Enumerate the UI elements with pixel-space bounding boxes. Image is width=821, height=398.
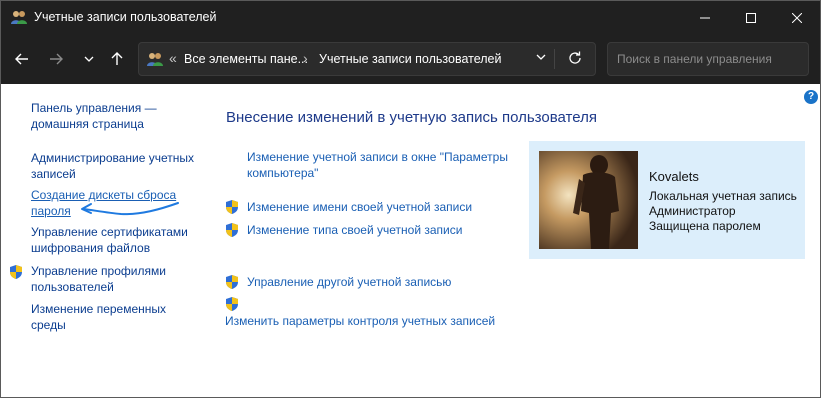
sidebar-item-label: домашняя страница (31, 117, 144, 131)
sidebar-item-label: записей (31, 167, 76, 181)
arrow-up-icon (111, 52, 123, 65)
link-label: Изменение учетной записи в окне "Парамет… (247, 150, 508, 164)
account-name: Kovalets (649, 169, 699, 184)
sidebar-item-label: среды (31, 318, 66, 332)
uac-shield-icon (226, 200, 238, 214)
uac-shield-icon (226, 275, 238, 289)
rename-account-link[interactable]: Изменение имени своей учетной записи (247, 199, 472, 215)
navigation-bar: « Все элементы пане... › Учетные записи … (1, 34, 820, 84)
search-input[interactable]: Поиск в панели управления (607, 42, 809, 76)
close-button[interactable] (774, 1, 820, 34)
uac-shield-icon (226, 297, 238, 311)
sidebar-item-label: Администрирование учетных (31, 151, 195, 165)
uac-shield-icon (10, 265, 22, 279)
account-type: Локальная учетная запись (649, 189, 797, 203)
window: Учетные записи пользователей « Все элеме… (0, 0, 821, 398)
manage-other-account-link[interactable]: Управление другой учетной записью (247, 274, 451, 290)
breadcrumb-separator[interactable]: › (303, 50, 308, 66)
account-role: Администратор (649, 204, 736, 218)
sidebar-item-label: шифрования файлов (31, 241, 151, 255)
sidebar-item-encryption-certs[interactable]: Управление сертификатами шифрования файл… (31, 224, 188, 256)
window-title: Учетные записи пользователей (34, 10, 217, 24)
change-account-type-link[interactable]: Изменение типа своей учетной записи (247, 222, 462, 238)
sidebar-item-user-profiles[interactable]: Управление профилями пользователей (31, 263, 166, 295)
uac-shield-icon (226, 223, 238, 237)
close-icon (792, 12, 802, 23)
breadcrumb-overflow[interactable]: « (169, 50, 177, 66)
avatar (539, 151, 638, 249)
help-icon[interactable]: ? (804, 90, 818, 104)
breadcrumb-all-items[interactable]: Все элементы пане... (184, 52, 308, 66)
maximize-icon (746, 12, 756, 23)
uac-settings-link[interactable]: Изменить параметры контроля учетных запи… (225, 313, 495, 329)
minimize-button[interactable] (682, 1, 728, 34)
sidebar-item-account-admin[interactable]: Администрирование учетных записей (31, 150, 194, 182)
back-button[interactable] (9, 46, 35, 72)
annotation-arrow (81, 202, 179, 216)
arrow-right-icon (50, 53, 63, 65)
search-placeholder: Поиск в панели управления (617, 52, 772, 66)
users-icon (11, 11, 27, 24)
refresh-icon[interactable] (567, 50, 583, 66)
sidebar-item-label: пользователей (31, 280, 114, 294)
link-label: компьютера" (247, 166, 319, 180)
minimize-icon (700, 17, 710, 18)
sidebar-item-label: Управление сертификатами (31, 225, 188, 239)
divider (554, 49, 555, 69)
recent-locations-button[interactable] (76, 46, 102, 72)
chevron-down-icon (84, 56, 94, 62)
up-button[interactable] (104, 46, 130, 72)
control-panel-icon (147, 53, 163, 66)
arrow-left-icon (15, 53, 28, 65)
sidebar-item-environment-variables[interactable]: Изменение переменных среды (31, 301, 166, 333)
breadcrumb-user-accounts[interactable]: Учетные записи пользователей (319, 52, 502, 66)
sidebar-item-label: Управление профилями (31, 264, 166, 278)
account-password-status: Защищена паролем (649, 219, 761, 233)
account-card: Kovalets Локальная учетная запись Админи… (529, 141, 805, 259)
maximize-button[interactable] (728, 1, 774, 34)
chevron-down-icon[interactable] (536, 54, 546, 60)
change-account-in-settings-link[interactable]: Изменение учетной записи в окне "Парамет… (247, 149, 508, 181)
sidebar-item-home[interactable]: Панель управления — домашняя страница (31, 100, 157, 132)
address-bar[interactable]: « Все элементы пане... › Учетные записи … (138, 42, 596, 76)
sidebar-item-label: Изменение переменных (31, 302, 167, 316)
title-bar: Учетные записи пользователей (1, 1, 820, 34)
page-title: Внесение изменений в учетную запись поль… (226, 109, 597, 126)
forward-button[interactable] (43, 46, 69, 72)
sidebar-item-label: Панель управления — (31, 101, 157, 115)
